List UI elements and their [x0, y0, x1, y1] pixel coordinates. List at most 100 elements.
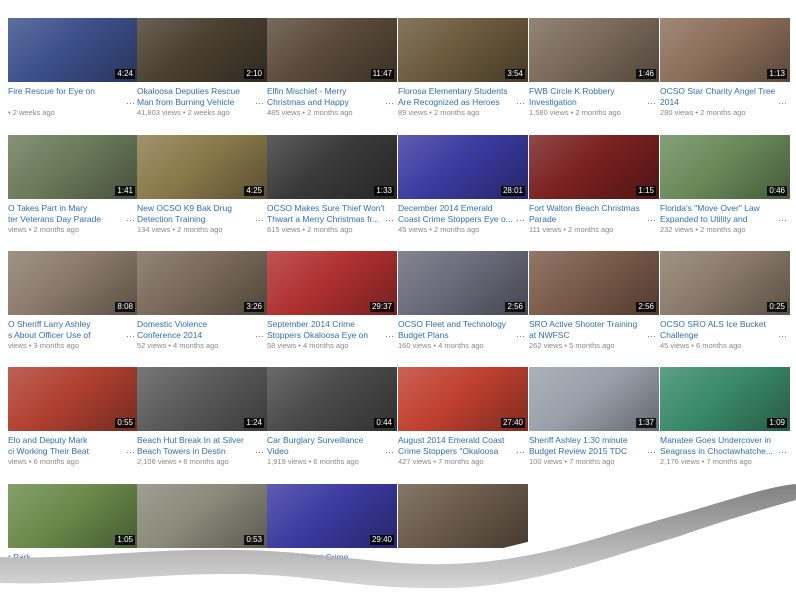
video-thumbnail[interactable]: 3:26: [137, 251, 267, 315]
video-card[interactable]: 1:13 OCSO Star Charity Angel Tree 2014 280…: [660, 18, 790, 135]
video-title-link[interactable]: O Takes Part in Mary ter Veterans Day Pa…: [8, 203, 138, 225]
video-card[interactable]: [398, 484, 528, 563]
video-title-link[interactable]: September 2014 Crime Stoppers Okaloosa E…: [267, 319, 397, 341]
video-thumbnail[interactable]: 1:33: [267, 135, 397, 199]
more-options-icon[interactable]: ⋯: [255, 215, 265, 226]
video-thumbnail[interactable]: 1:37: [529, 367, 659, 431]
more-options-icon[interactable]: ⋯: [385, 98, 395, 109]
video-title-link[interactable]: Elo and Deputy Mark ci Working Their Bea…: [8, 435, 138, 457]
video-thumbnail[interactable]: 2:56: [529, 251, 659, 315]
video-thumbnail[interactable]: 0:46: [660, 135, 790, 199]
video-card[interactable]: 27:40 August 2014 Emerald Coast Crime Sto…: [398, 367, 528, 484]
video-title-link[interactable]: Domestic Violence Conference 2014: [137, 319, 267, 341]
video-card[interactable]: 28:01 December 2014 Emerald Coast Crime S…: [398, 135, 528, 252]
video-thumbnail[interactable]: 2:10: [137, 18, 267, 82]
video-thumbnail[interactable]: 0:44: [267, 367, 397, 431]
video-card[interactable]: 4:24 Fire Rescue for Eye on • 2 weeks ago ⋯: [8, 18, 138, 135]
video-thumbnail[interactable]: 4:24: [8, 18, 138, 82]
video-thumbnail[interactable]: 27:40: [398, 367, 528, 431]
video-title-link[interactable]: Car Burglary Surveillance Video: [267, 435, 397, 457]
more-options-icon[interactable]: ⋯: [778, 447, 788, 458]
video-thumbnail[interactable]: 29:40: [267, 484, 397, 548]
video-card[interactable]: 1:24 Beach Hut Break In at Silver Beach T…: [137, 367, 267, 484]
video-card[interactable]: 1:05 r Park: [8, 484, 138, 563]
video-title-link[interactable]: Sheriff Ashley 1:30 minute Budget Review…: [529, 435, 659, 457]
video-card[interactable]: 29:37 September 2014 Crime Stoppers Okalo…: [267, 251, 397, 368]
video-thumbnail[interactable]: 1:13: [660, 18, 790, 82]
video-title-link[interactable]: [398, 552, 528, 563]
video-card[interactable]: 3:54 Florosa Elementary Students Are Reco…: [398, 18, 528, 135]
video-title-link[interactable]: New OCSO K9 Bak Drug Detection Training: [137, 203, 267, 225]
more-options-icon[interactable]: ⋯: [778, 331, 788, 342]
more-options-icon[interactable]: ⋯: [516, 447, 526, 458]
more-options-icon[interactable]: ⋯: [126, 215, 136, 226]
video-title-link[interactable]: Manatee Goes Undercover in Seagrass in C…: [660, 435, 790, 457]
video-thumbnail[interactable]: 3:54: [398, 18, 528, 82]
more-options-icon[interactable]: ⋯: [385, 447, 395, 458]
video-title-link[interactable]: SRO Active Shooter Training at NWFSC: [529, 319, 659, 341]
video-card[interactable]: 0:55 Elo and Deputy Mark ci Working Their…: [8, 367, 138, 484]
video-thumbnail[interactable]: 0:53: [137, 484, 267, 548]
video-thumbnail[interactable]: 8:08: [8, 251, 138, 315]
video-thumbnail[interactable]: 1:05: [8, 484, 138, 548]
video-title-link[interactable]: OCSO Makes Sure Thief Won't Thwart a Mer…: [267, 203, 397, 225]
video-card[interactable]: 1:15 Fort Walton Beach Christmas Parade 11…: [529, 135, 659, 252]
video-thumbnail[interactable]: 0:25: [660, 251, 790, 315]
video-thumbnail[interactable]: 29:37: [267, 251, 397, 315]
more-options-icon[interactable]: ⋯: [647, 215, 657, 226]
video-thumbnail[interactable]: 28:01: [398, 135, 528, 199]
video-thumbnail[interactable]: 11:47: [267, 18, 397, 82]
video-card[interactable]: 0:53 OCSO Wing Eating Winners for Charity: [137, 484, 267, 563]
video-card[interactable]: 1:41 O Takes Part in Mary ter Veterans Da…: [8, 135, 138, 252]
video-thumbnail[interactable]: 1:15: [529, 135, 659, 199]
video-thumbnail[interactable]: 2:56: [398, 251, 528, 315]
video-title-link[interactable]: OCSO Star Charity Angel Tree 2014: [660, 86, 790, 108]
video-card[interactable]: 8:08 O Sheriff Larry Ashley s About Offic…: [8, 251, 138, 368]
more-options-icon[interactable]: ⋯: [516, 215, 526, 226]
video-card[interactable]: 4:25 New OCSO K9 Bak Drug Detection Train…: [137, 135, 267, 252]
video-card[interactable]: 0:25 OCSO SRO ALS Ice Bucket Challenge 45 …: [660, 251, 790, 368]
video-title-link[interactable]: Fort Walton Beach Christmas Parade: [529, 203, 659, 225]
video-thumbnail[interactable]: 1:46: [529, 18, 659, 82]
video-card[interactable]: 2:56 OCSO Fleet and Technology Budget Pla…: [398, 251, 528, 368]
video-title-link[interactable]: December 2014 Emerald Coast Crime Stoppe…: [398, 203, 528, 225]
video-card[interactable]: 0:44 Car Burglary Surveillance Video 1,919…: [267, 367, 397, 484]
video-card[interactable]: 1:09 Manatee Goes Undercover in Seagrass …: [660, 367, 790, 484]
video-card[interactable]: 1:46 FWB Circle K Robbery Investigation 1,…: [529, 18, 659, 135]
video-thumbnail[interactable]: 1:41: [8, 135, 138, 199]
more-options-icon[interactable]: ⋯: [255, 331, 265, 342]
video-card[interactable]: 3:26 Domestic Violence Conference 2014 52 …: [137, 251, 267, 368]
more-options-icon[interactable]: ⋯: [385, 215, 395, 226]
video-title-link[interactable]: r Park: [8, 552, 138, 563]
video-title-link[interactable]: Emerald Coast Crime Stoppers: [267, 552, 397, 563]
video-thumbnail[interactable]: [398, 484, 528, 548]
video-title-link[interactable]: FWB Circle K Robbery Investigation: [529, 86, 659, 108]
video-title-link[interactable]: August 2014 Emerald Coast Crime Stoppers…: [398, 435, 528, 457]
video-card[interactable]: 0:46 Florida's "Move Over" Law Expanded t…: [660, 135, 790, 252]
video-card[interactable]: 11:47 Elfin Mischief - Merry Christmas an…: [267, 18, 397, 135]
video-thumbnail[interactable]: 1:24: [137, 367, 267, 431]
more-options-icon[interactable]: ⋯: [647, 98, 657, 109]
video-card[interactable]: 2:56 SRO Active Shooter Training at NWFSC…: [529, 251, 659, 368]
more-options-icon[interactable]: ⋯: [385, 331, 395, 342]
video-title-link[interactable]: O Sheriff Larry Ashley s About Officer U…: [8, 319, 138, 341]
more-options-icon[interactable]: ⋯: [647, 331, 657, 342]
video-title-link[interactable]: Elfin Mischief - Merry Christmas and Hap…: [267, 86, 397, 108]
video-title-link[interactable]: OCSO Wing Eating Winners for Charity: [137, 552, 267, 563]
video-card[interactable]: 1:37 Sheriff Ashley 1:30 minute Budget Re…: [529, 367, 659, 484]
video-title-link[interactable]: OCSO SRO ALS Ice Bucket Challenge: [660, 319, 790, 341]
more-options-icon[interactable]: ⋯: [126, 447, 136, 458]
video-title-link[interactable]: Okaloosa Deputies Rescue Man from Burnin…: [137, 86, 267, 108]
video-title-link[interactable]: Beach Hut Break In at Silver Beach Tower…: [137, 435, 267, 457]
video-thumbnail[interactable]: 0:55: [8, 367, 138, 431]
video-card[interactable]: 1:33 OCSO Makes Sure Thief Won't Thwart a…: [267, 135, 397, 252]
more-options-icon[interactable]: ⋯: [778, 215, 788, 226]
more-options-icon[interactable]: ⋯: [516, 331, 526, 342]
more-options-icon[interactable]: ⋯: [126, 98, 136, 109]
video-thumbnail[interactable]: 1:09: [660, 367, 790, 431]
video-title-link[interactable]: Florida's "Move Over" Law Expanded to Ut…: [660, 203, 790, 225]
video-title-link[interactable]: Florosa Elementary Students Are Recogniz…: [398, 86, 528, 108]
more-options-icon[interactable]: ⋯: [126, 331, 136, 342]
video-card[interactable]: 29:40 Emerald Coast Crime Stoppers: [267, 484, 397, 563]
more-options-icon[interactable]: ⋯: [255, 447, 265, 458]
